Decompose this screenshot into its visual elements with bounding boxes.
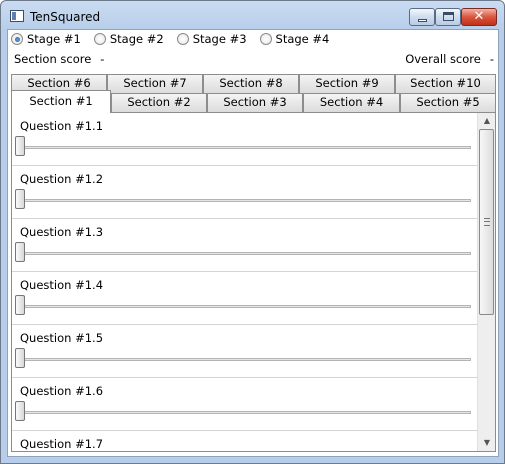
- tab-section-9[interactable]: Section #9: [299, 74, 395, 93]
- stage-label: Stage #2: [109, 32, 164, 46]
- scrollbar-thumb[interactable]: [479, 129, 494, 315]
- stage-radio-1[interactable]: Stage #1: [11, 31, 81, 47]
- scroll-down-icon[interactable]: ▼: [478, 435, 495, 451]
- question-label: Question #1.2: [20, 172, 104, 186]
- slider-track[interactable]: [18, 146, 471, 149]
- tab-panel-section-1: Question #1.1 Question #1.2 Question #1.…: [11, 112, 496, 452]
- slider-thumb[interactable]: [15, 401, 25, 421]
- question-label: Question #1.5: [20, 331, 104, 345]
- question-item: Question #1.4: [12, 272, 477, 325]
- grip-icon: [484, 218, 490, 226]
- section-score: Section score -: [14, 52, 104, 66]
- maximize-button[interactable]: [435, 8, 461, 26]
- maximize-icon: [443, 12, 454, 21]
- overall-score-value: -: [489, 52, 494, 66]
- tab-section-4[interactable]: Section #4: [303, 93, 400, 112]
- close-icon: ✕: [473, 9, 485, 24]
- radio-indicator[interactable]: [176, 33, 189, 45]
- tab-section-5[interactable]: Section #5: [400, 93, 496, 112]
- question-label: Question #1.6: [20, 384, 104, 398]
- minimize-button[interactable]: [409, 8, 435, 26]
- slider-track[interactable]: [18, 252, 471, 255]
- stage-label: Stage #1: [27, 32, 81, 46]
- client-area: Stage #1 Stage #2 Stage #3 Stage #4 Sect…: [7, 29, 499, 457]
- question-item: Question #1.7: [12, 431, 477, 451]
- section-score-label: Section score: [14, 52, 92, 66]
- stage-radio-group: Stage #1 Stage #2 Stage #3 Stage #4: [11, 31, 342, 47]
- minimize-icon: [418, 19, 427, 22]
- question-item: Question #1.5: [12, 325, 477, 378]
- tab-section-2[interactable]: Section #2: [111, 93, 207, 112]
- question-label: Question #1.1: [20, 119, 104, 133]
- score-bar: Section score - Overall score -: [14, 52, 494, 68]
- question-item: Question #1.6: [12, 378, 477, 431]
- radio-indicator[interactable]: [11, 33, 23, 45]
- stage-radio-2[interactable]: Stage #2: [93, 31, 164, 47]
- stage-label: Stage #4: [275, 32, 330, 46]
- slider-track[interactable]: [18, 199, 471, 202]
- question-list: Question #1.1 Question #1.2 Question #1.…: [12, 113, 477, 451]
- stage-radio-3[interactable]: Stage #3: [176, 31, 247, 47]
- slider-thumb[interactable]: [15, 189, 25, 209]
- question-label: Question #1.7: [20, 437, 104, 451]
- overall-score-label: Overall score: [405, 52, 481, 66]
- slider-thumb[interactable]: [15, 295, 25, 315]
- main-window: TenSquared ✕ Stage #1 Stage #2 Stage #3: [0, 0, 505, 464]
- stage-radio-4[interactable]: Stage #4: [259, 31, 330, 47]
- vertical-scrollbar[interactable]: ▲ ▼: [477, 113, 495, 451]
- question-item: Question #1.1: [12, 113, 477, 166]
- overall-score: Overall score -: [405, 52, 494, 66]
- slider-track[interactable]: [18, 305, 471, 308]
- window-title: TenSquared: [30, 10, 101, 24]
- slider-thumb[interactable]: [15, 242, 25, 262]
- close-button[interactable]: ✕: [461, 8, 497, 26]
- radio-indicator[interactable]: [93, 33, 106, 45]
- slider-thumb[interactable]: [15, 136, 25, 156]
- title-bar[interactable]: TenSquared ✕: [1, 1, 504, 29]
- tab-section-1[interactable]: Section #1: [11, 90, 111, 113]
- tab-section-10[interactable]: Section #10: [395, 74, 496, 93]
- question-item: Question #1.3: [12, 219, 477, 272]
- app-icon: [10, 10, 24, 22]
- question-item: Question #1.2: [12, 166, 477, 219]
- question-label: Question #1.4: [20, 278, 104, 292]
- radio-indicator[interactable]: [259, 33, 272, 45]
- slider-track[interactable]: [18, 411, 471, 414]
- stage-label: Stage #3: [192, 32, 247, 46]
- slider-thumb[interactable]: [15, 348, 25, 368]
- tab-section-8[interactable]: Section #8: [203, 74, 299, 93]
- scroll-up-icon[interactable]: ▲: [478, 113, 495, 129]
- tab-section-7[interactable]: Section #7: [107, 74, 203, 93]
- slider-track[interactable]: [18, 358, 471, 361]
- tab-section-3[interactable]: Section #3: [207, 93, 303, 112]
- question-label: Question #1.3: [20, 225, 104, 239]
- section-score-value: -: [100, 52, 105, 66]
